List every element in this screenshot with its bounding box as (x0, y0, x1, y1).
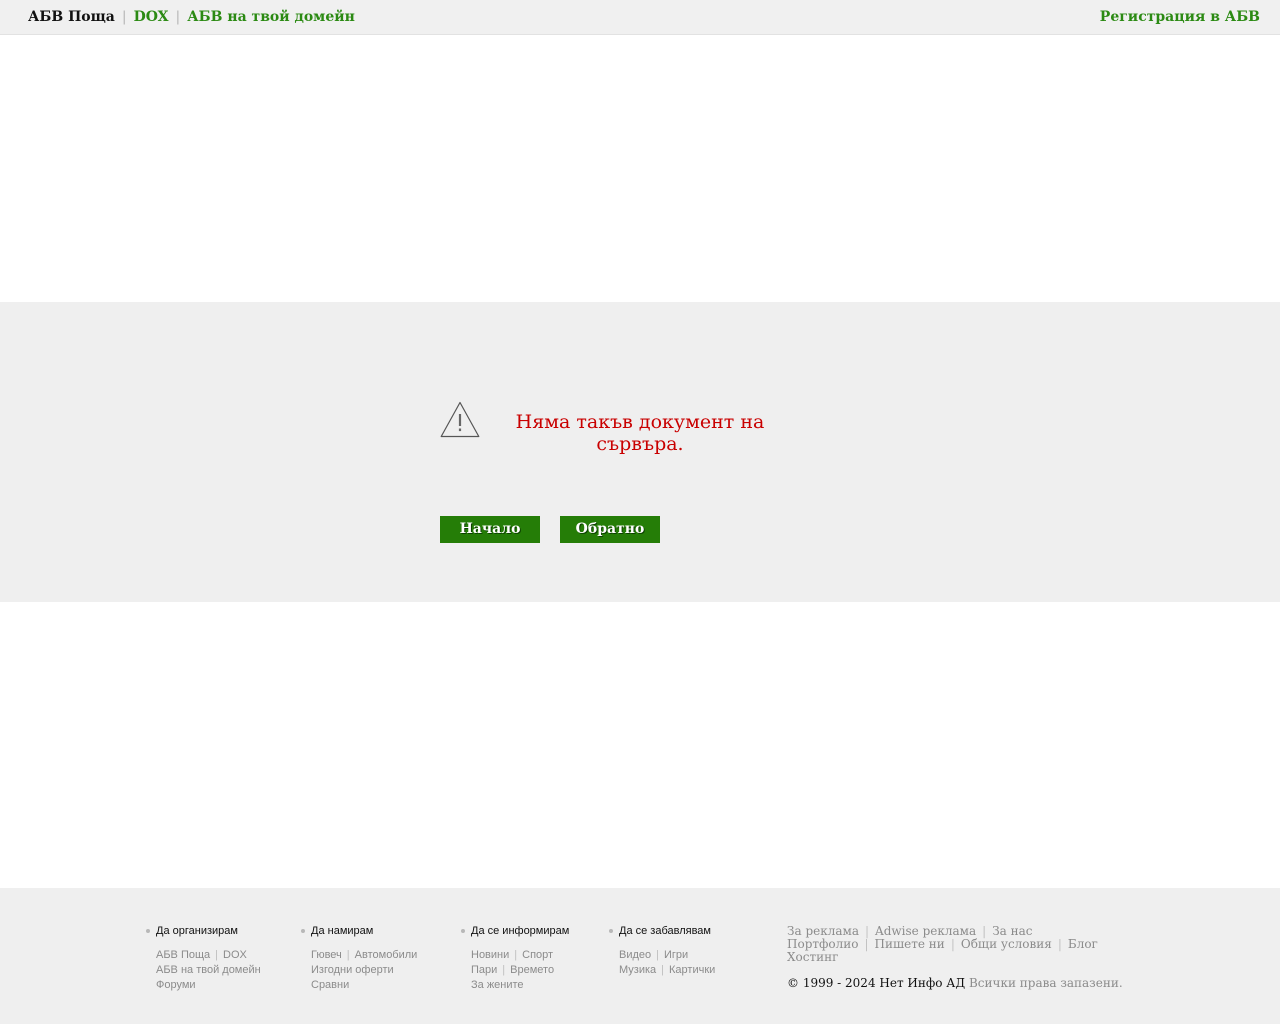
footer-link[interactable]: Пари (471, 964, 497, 976)
nav-separator: | (121, 9, 127, 25)
link-separator: | (346, 949, 350, 961)
footer-column-title: Да се забавлявам (609, 925, 715, 937)
nav-separator: | (175, 9, 181, 25)
bullet-dot (461, 929, 465, 933)
footer-link[interactable]: Форуми (156, 979, 196, 991)
footer-link[interactable]: Времето (510, 964, 554, 976)
footer-column-find: Да намирам Гювеч | Автомобили Изгодни офер… (301, 925, 418, 993)
footer-link[interactable]: За жените (471, 979, 524, 991)
about-link[interactable]: За нас (992, 924, 1032, 938)
footer-column-title: Да организирам (146, 925, 261, 937)
home-button[interactable]: Начало (440, 516, 540, 543)
error-message: Няма такъв документ на сървъра. (515, 411, 765, 455)
nav-abv-mail[interactable]: АБВ Поща (28, 9, 115, 25)
adwise-link[interactable]: Adwise реклама (875, 924, 976, 938)
copyright-rights: Всички права запазени. (968, 976, 1123, 990)
footer-column-title: Да намирам (301, 925, 417, 937)
footer-link[interactable]: Спорт (522, 949, 553, 961)
back-button[interactable]: Обратно (560, 516, 660, 543)
link-separator: | (982, 924, 987, 938)
terms-link[interactable]: Общи условия (961, 937, 1052, 951)
copyright-owner: © 1999 - 2024 Нет Инфо АД (787, 976, 966, 990)
portfolio-link[interactable]: Портфолио (787, 937, 858, 951)
footer-link[interactable]: Изгодни оферти (311, 964, 394, 976)
footer-column-inform: Да се информирам Новини | Спорт Пари | Време… (461, 925, 569, 993)
link-separator: | (661, 964, 665, 976)
hosting-link[interactable]: Хостинг (787, 950, 838, 964)
link-separator: | (514, 949, 518, 961)
bullet-dot (609, 929, 613, 933)
footer: Да организирам АБВ Поща | DOX АБВ на твой … (0, 888, 1280, 1024)
link-separator: | (215, 949, 218, 961)
footer-link[interactable]: Сравни (311, 979, 349, 991)
footer-link[interactable]: Музика (619, 964, 656, 976)
contact-link[interactable]: Пишете ни (875, 937, 945, 951)
footer-column-entertain: Да се забавлявам Видео | Игри Музика | Карти… (609, 925, 715, 978)
link-separator: | (502, 964, 506, 976)
footer-link[interactable]: Гювеч (311, 949, 342, 961)
advertising-link[interactable]: За реклама (787, 924, 859, 938)
warning-triangle-icon (440, 401, 480, 438)
footer-company-links: За реклама | Adwise реклама | За нас Портфол… (787, 925, 1107, 964)
footer-link[interactable]: Новини (471, 949, 509, 961)
top-nav: АБВ Поща | DOX | АБВ на твой домейн (28, 9, 355, 25)
bullet-dot (146, 929, 150, 933)
register-link[interactable]: Регистрация в АБВ (1100, 9, 1260, 25)
link-separator: | (865, 924, 870, 938)
footer-link[interactable]: АБВ на твой домейн (156, 964, 261, 976)
top-bar: АБВ Поща | DOX | АБВ на твой домейн Регистра… (0, 0, 1280, 35)
bullet-dot (301, 929, 305, 933)
footer-link[interactable]: DOX (223, 949, 247, 961)
link-separator: | (656, 949, 659, 961)
link-separator: | (864, 937, 869, 951)
footer-link[interactable]: Игри (664, 949, 688, 961)
footer-link[interactable]: Картички (669, 964, 715, 976)
copyright: © 1999 - 2024 Нет Инфо АД Всички права з… (787, 976, 1123, 990)
footer-column-organize: Да организирам АБВ Поща | DOX АБВ на твой … (146, 925, 261, 993)
footer-column-title: Да се информирам (461, 925, 569, 937)
blog-link[interactable]: Блог (1068, 937, 1098, 951)
link-separator: | (1057, 937, 1062, 951)
nav-abv-domain[interactable]: АБВ на твой домейн (187, 9, 355, 25)
footer-link[interactable]: Видео (619, 949, 651, 961)
footer-link[interactable]: АБВ Поща (156, 949, 210, 961)
link-separator: | (950, 937, 955, 951)
footer-link[interactable]: Автомобили (355, 949, 418, 961)
nav-dox[interactable]: DOX (134, 9, 169, 25)
